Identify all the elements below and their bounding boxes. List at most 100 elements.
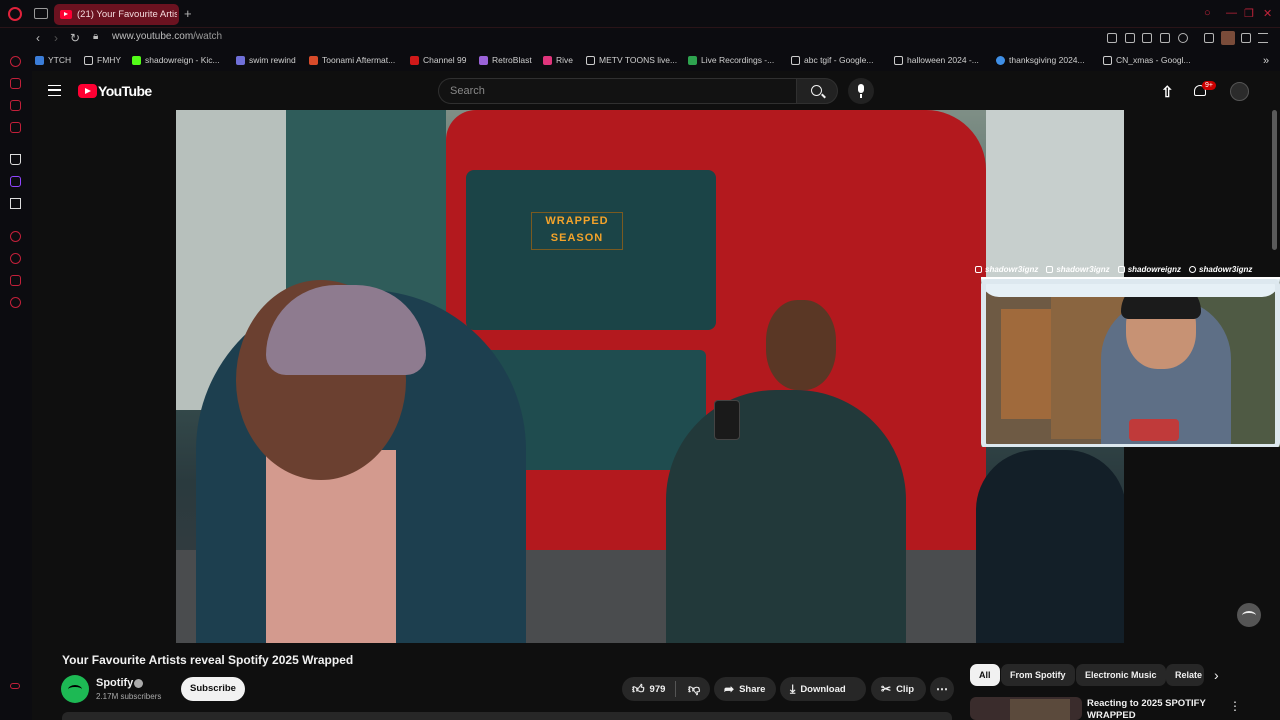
bookmark-item[interactable]: halloween 2024 -... xyxy=(894,55,979,65)
search-tabs-icon[interactable]: ○ xyxy=(1204,7,1211,19)
handle-instagram: shadowr3ignz xyxy=(1189,265,1252,274)
channel-name[interactable]: Spotify xyxy=(96,677,133,689)
new-tab-button[interactable]: + xyxy=(184,6,192,21)
bookmark-item[interactable]: Channel 99 xyxy=(410,55,466,65)
channel-avatar[interactable] xyxy=(61,675,89,703)
twitch-icon[interactable] xyxy=(10,176,21,187)
video-scene-person-face xyxy=(766,300,836,390)
close-window-icon[interactable]: ✕ xyxy=(1263,7,1272,20)
description-box[interactable] xyxy=(62,712,952,720)
search-input[interactable]: Search xyxy=(438,78,796,104)
lock-icon[interactable]: 🔒︎ xyxy=(93,31,98,42)
download-button[interactable]: ⤓ Download xyxy=(780,677,866,701)
bookmark-item[interactable]: METV TOONS live... xyxy=(586,55,677,65)
video-scene-person xyxy=(976,450,1124,643)
gx-icon[interactable] xyxy=(10,122,21,133)
stream-handles-overlay: shadowr3ignz shadowr3ignz shadowreignz s… xyxy=(975,262,1280,276)
messenger-icon[interactable] xyxy=(10,100,21,111)
clip-button[interactable]: ✂ Clip xyxy=(871,677,926,701)
voice-search-icon[interactable] xyxy=(848,78,874,104)
chip-related[interactable]: Relate xyxy=(1166,664,1204,686)
browser-tab-active[interactable]: (21) Your Favourite Artists xyxy=(54,4,179,25)
more-horizontal-icon: ⋯ xyxy=(936,682,948,696)
bookmark-item[interactable]: RetroBlast xyxy=(479,55,532,65)
webcam-overlay xyxy=(981,277,1280,447)
webcam-phone xyxy=(1129,419,1179,441)
snapshot-icon[interactable] xyxy=(1125,33,1135,43)
page-icon xyxy=(1103,55,1112,65)
recommendation-title[interactable]: Reacting to 2025 SPOTIFY WRAPPED xyxy=(1087,698,1217,720)
download-icon: ⤓ xyxy=(790,681,796,696)
chevron-right-icon[interactable]: › xyxy=(1214,667,1219,683)
bookmarks-overflow-icon[interactable]: » xyxy=(1263,55,1269,67)
bookmark-item[interactable]: abc tgif - Google... xyxy=(791,55,873,65)
page-scrollbar[interactable] xyxy=(1272,110,1277,250)
bookmark-item[interactable]: Live Recordings -... xyxy=(688,55,774,65)
history-icon[interactable] xyxy=(10,253,21,264)
extensions-icon[interactable] xyxy=(1204,33,1214,43)
page-icon xyxy=(84,55,93,65)
subscribe-button[interactable]: Subscribe xyxy=(181,677,245,701)
youtube-logo-icon[interactable] xyxy=(78,84,97,98)
tv-icon xyxy=(35,55,44,65)
youtube-favicon-icon xyxy=(60,10,72,19)
app-icon[interactable] xyxy=(10,154,21,165)
like-count: 979 xyxy=(649,683,666,695)
vpn-icon[interactable] xyxy=(1142,33,1152,43)
maximize-icon[interactable]: ❐ xyxy=(1244,7,1254,20)
tab-islands-icon[interactable] xyxy=(34,8,48,19)
settings-icon[interactable] xyxy=(10,297,21,308)
bookmark-page-icon[interactable] xyxy=(1107,33,1117,43)
bookmark-item[interactable]: thanksgiving 2024... xyxy=(996,55,1085,65)
recommendation-menu-icon[interactable]: ⋮ xyxy=(1229,699,1241,713)
music-player-icon[interactable] xyxy=(10,231,21,242)
hamburger-menu-icon[interactable] xyxy=(48,85,61,96)
thumbs-down-icon: 👎︎ xyxy=(688,681,701,696)
search-button[interactable] xyxy=(796,78,838,104)
aria-icon[interactable] xyxy=(10,56,21,67)
easy-setup-icon[interactable] xyxy=(1258,33,1268,43)
share-button[interactable]: ➦ Share xyxy=(714,677,776,701)
opera-sidebar xyxy=(0,50,32,720)
bookmark-item[interactable]: Rive xyxy=(543,55,573,65)
share-icon: ➦ xyxy=(724,682,735,696)
spotify-watermark-icon[interactable] xyxy=(1237,603,1261,627)
account-avatar[interactable] xyxy=(1230,82,1249,101)
x-icon[interactable] xyxy=(10,198,21,209)
url-field[interactable]: www.youtube.com/watch xyxy=(112,31,222,42)
bookmark-item[interactable]: CN_xmas - Googl... xyxy=(1103,55,1191,65)
webcam-dresser xyxy=(1001,309,1051,419)
recommendation-thumbnail[interactable] xyxy=(970,697,1082,720)
forward-icon[interactable]: › xyxy=(54,31,58,45)
workspaces-icon[interactable] xyxy=(10,78,21,89)
swim-icon xyxy=(236,55,245,65)
downloads-icon[interactable] xyxy=(1241,33,1251,43)
bookmark-item[interactable]: shadowreign - Kic... xyxy=(132,55,220,65)
page-icon xyxy=(894,55,903,65)
bookmark-item[interactable]: swim rewind xyxy=(236,55,296,65)
opera-menu-icon[interactable] xyxy=(8,7,22,21)
youtube-logo-text[interactable]: YouTube xyxy=(98,83,152,99)
gx-corner-icon[interactable] xyxy=(10,683,20,689)
channel-icon xyxy=(410,55,419,65)
upload-icon[interactable]: ⇧ xyxy=(1161,83,1174,101)
profile-icon[interactable] xyxy=(1221,31,1235,45)
chip-all[interactable]: All xyxy=(970,664,1000,686)
instagram-icon xyxy=(1189,265,1197,273)
rive-icon xyxy=(543,55,552,65)
chip-electronic-music[interactable]: Electronic Music xyxy=(1076,664,1166,686)
bookmark-item[interactable]: FMHY xyxy=(84,55,121,65)
minimize-icon[interactable]: — xyxy=(1226,7,1237,19)
favorites-icon[interactable] xyxy=(1178,33,1188,43)
bookmark-item[interactable]: YTCH xyxy=(35,55,71,65)
verified-check-icon xyxy=(134,679,143,688)
more-actions-button[interactable]: ⋯ xyxy=(930,677,954,701)
player-icon[interactable] xyxy=(1160,33,1170,43)
reload-icon[interactable]: ↻ xyxy=(70,31,80,45)
extensions-sidebar-icon[interactable] xyxy=(10,275,21,286)
video-scene-bus-window xyxy=(466,170,716,330)
back-icon[interactable]: ‹ xyxy=(36,31,40,45)
bookmark-item[interactable]: Toonami Aftermat... xyxy=(309,55,395,65)
chip-from-spotify[interactable]: From Spotify xyxy=(1001,664,1075,686)
dislike-button[interactable]: 👎︎ xyxy=(680,677,710,701)
